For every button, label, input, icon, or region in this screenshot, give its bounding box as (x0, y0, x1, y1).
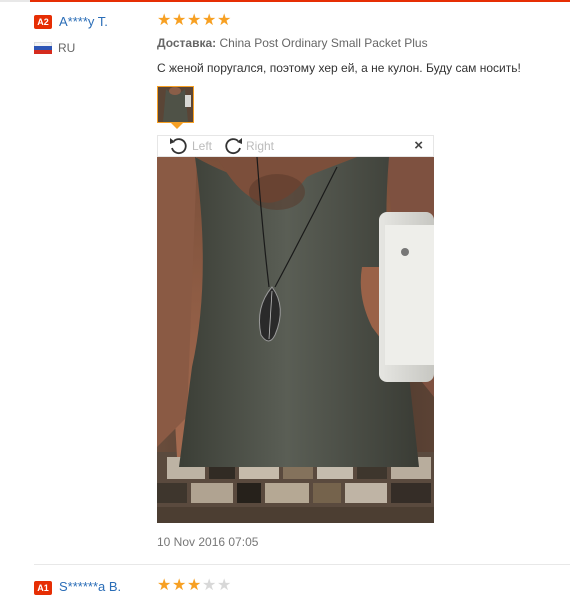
review-divider (34, 564, 570, 565)
review-item: A1 S******a B. ★★★★★ (0, 570, 570, 595)
shipping-info: Доставка: China Post Ordinary Small Pack… (157, 36, 428, 50)
star-icon: ★ (157, 12, 172, 29)
star-icon: ★ (187, 12, 202, 29)
star-icon: ★ (187, 577, 202, 594)
star-icon: ★ (202, 577, 217, 594)
reviewer-name[interactable]: S******a B. (59, 579, 121, 594)
star-rating: ★★★★★ (157, 578, 232, 594)
close-viewer-button[interactable]: × (414, 138, 423, 154)
russia-flag-icon (34, 42, 52, 54)
star-icon: ★ (202, 12, 217, 29)
review-text: С женой поругался, поэтому хер ей, а не … (157, 61, 521, 75)
shipping-label: Доставка: (157, 36, 217, 50)
star-icon: ★ (217, 12, 232, 29)
review-photo-large (157, 157, 434, 523)
star-rating: ★★★★★ (157, 13, 232, 29)
review-date: 10 Nov 2016 07:05 (157, 535, 259, 549)
rotate-right-label: Right (246, 139, 275, 153)
thumbnail-caret (171, 123, 183, 129)
star-icon: ★ (217, 577, 232, 594)
rotate-right-icon (225, 138, 242, 155)
buyer-level-badge: A2 (34, 15, 52, 29)
reviewer-name[interactable]: A****y T. (59, 14, 108, 29)
star-icon: ★ (172, 12, 187, 29)
rotate-left-button[interactable]: Left (168, 136, 212, 156)
rotate-right-button[interactable]: Right (222, 136, 274, 156)
star-icon: ★ (157, 577, 172, 594)
rotate-left-label: Left (192, 139, 213, 153)
review-item: A2 A****y T. RU ★★★★★ Доставка: China Po… (0, 0, 570, 570)
star-icon: ★ (172, 577, 187, 594)
buyer-level-badge: A1 (34, 581, 52, 595)
reviewer-country: RU (58, 41, 76, 55)
rotate-left-icon (170, 138, 187, 155)
image-viewer-toolbar: Left Right × (157, 135, 434, 157)
review-photo-thumbnail[interactable] (157, 86, 194, 123)
shipping-method: China Post Ordinary Small Packet Plus (219, 36, 428, 50)
